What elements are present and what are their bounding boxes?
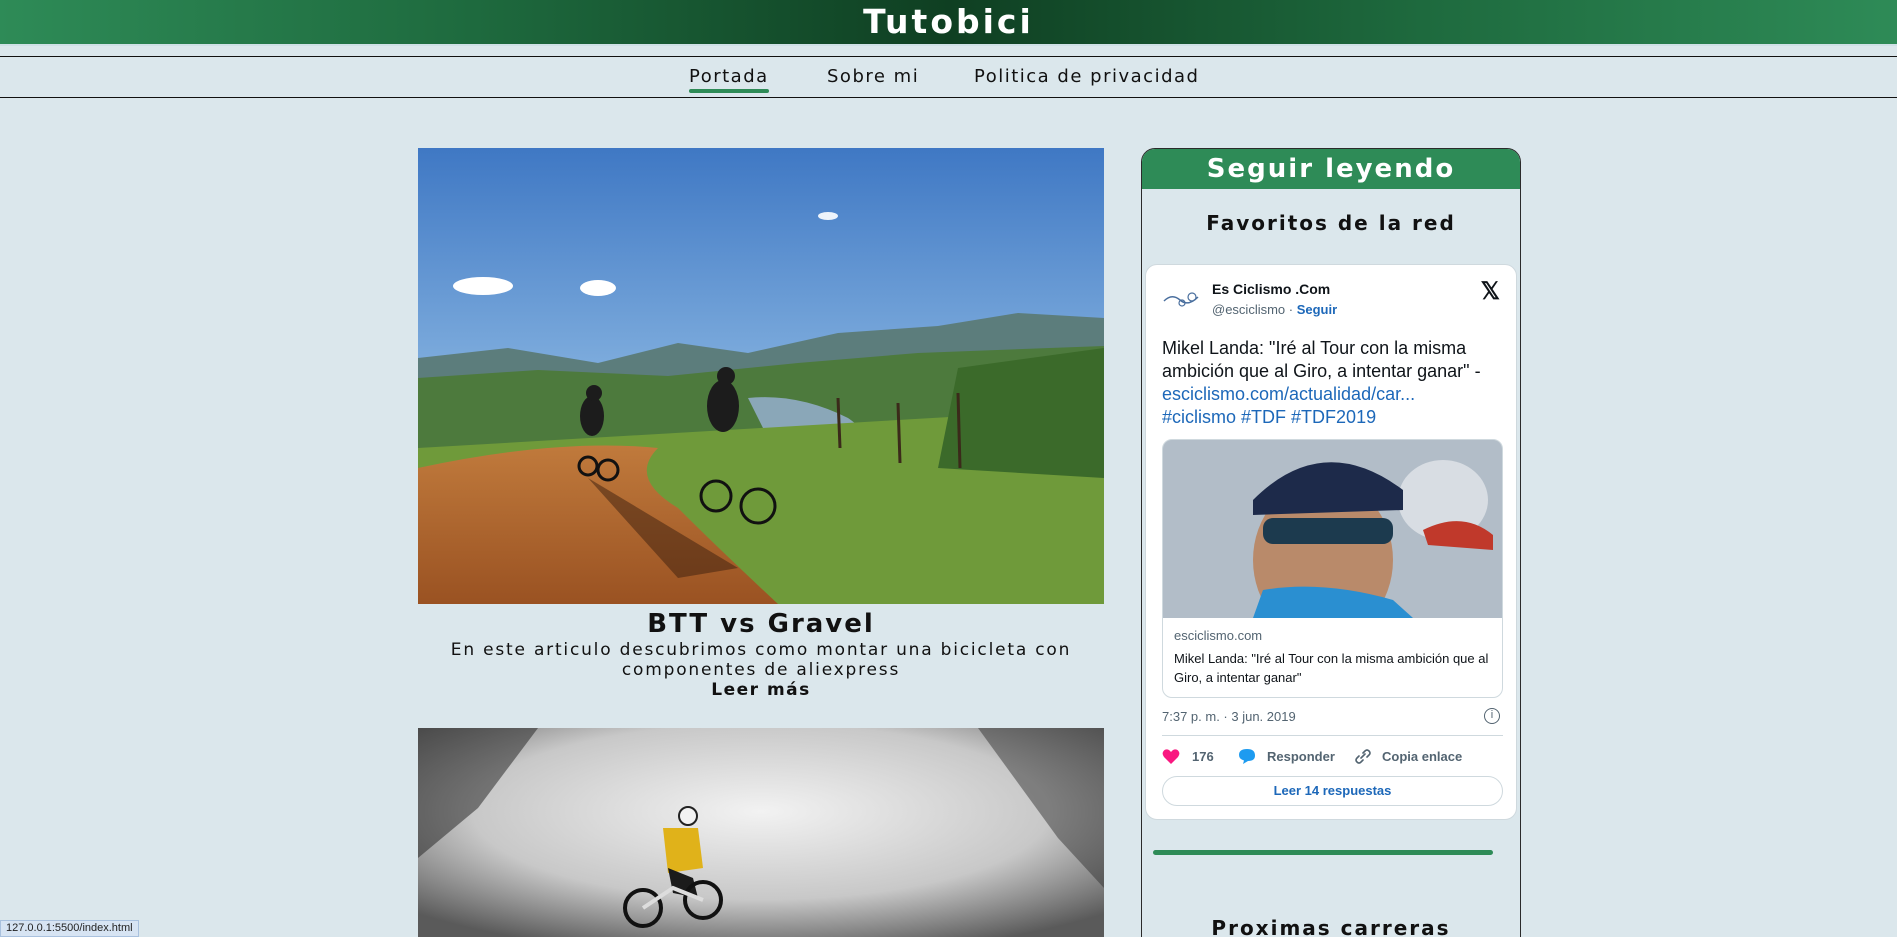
card-title: Mikel Landa: "Iré al Tour con la misma a… (1174, 651, 1489, 685)
article-image-mtb-riders[interactable] (418, 148, 1104, 604)
site-title[interactable]: Tutobici (0, 2, 1897, 42)
esciclismo-logo-icon[interactable] (1162, 285, 1202, 311)
hashtag-tdf2019[interactable]: #TDF2019 (1291, 407, 1376, 427)
sidebar-divider (1153, 850, 1493, 855)
main-nav: Portada Sobre mi Politica de privacidad (0, 56, 1897, 98)
reply-button[interactable]: Responder (1267, 749, 1335, 764)
sidebar-heading: Seguir leyendo (1142, 149, 1520, 189)
info-icon[interactable]: i (1484, 708, 1500, 724)
heart-icon[interactable] (1162, 748, 1180, 765)
article-image-bike-jump[interactable] (418, 728, 1104, 937)
tweet-divider (1162, 735, 1503, 736)
tweet-timestamp[interactable]: 7:37 p. m. · 3 jun. 2019 (1162, 709, 1296, 724)
handle-separator: · (1285, 302, 1297, 317)
tweet-body: Mikel Landa: "Iré al Tour con la misma a… (1162, 338, 1481, 381)
like-count[interactable]: 176 (1192, 749, 1214, 764)
sidebar: Seguir leyendo Favoritos de la red Es Ci… (1141, 148, 1521, 937)
tweet-handle[interactable]: @esciclismo (1212, 302, 1285, 317)
tweet-handle-row: @esciclismo · Seguir (1212, 302, 1337, 317)
nav-item-privacidad[interactable]: Politica de privacidad (974, 66, 1199, 87)
tweet-link-card[interactable]: esciclismo.com Mikel Landa: "Iré al Tour… (1162, 439, 1503, 698)
x-logo-icon[interactable]: 𝕏 (1481, 277, 1500, 306)
article-title[interactable]: BTT vs Gravel (418, 608, 1104, 640)
follow-button[interactable]: Seguir (1297, 302, 1337, 317)
browser-status-url: 127.0.0.1:5500/index.html (0, 920, 139, 937)
card-image-cyclist (1163, 440, 1502, 640)
embedded-tweet[interactable]: Es Ciclismo .Com @esciclismo · Seguir 𝕏 … (1145, 264, 1517, 820)
favorites-title: Favoritos de la red (1206, 211, 1456, 235)
tweet-link[interactable]: esciclismo.com/actualidad/car... (1162, 384, 1415, 404)
article-card (418, 728, 1104, 937)
article-description: En este articulo descubrimos como montar… (450, 640, 1072, 680)
link-icon[interactable] (1354, 748, 1372, 765)
header-divider (0, 44, 1897, 46)
article-card: BTT vs Gravel En este articulo descubrim… (418, 148, 1104, 700)
nav-item-portada[interactable]: Portada (689, 66, 769, 93)
copy-link-button[interactable]: Copia enlace (1382, 749, 1462, 764)
hashtag-tdf[interactable]: #TDF (1241, 407, 1286, 427)
tweet-text: Mikel Landa: "Iré al Tour con la misma a… (1162, 337, 1507, 429)
reply-bubble-icon[interactable] (1238, 748, 1256, 765)
read-more-link[interactable]: Leer más (418, 680, 1104, 700)
upcoming-races-title: Proximas carreras (1211, 916, 1451, 937)
card-domain: esciclismo.com (1174, 628, 1263, 643)
tweet-account-name[interactable]: Es Ciclismo .Com (1212, 281, 1330, 297)
tweet-actions: 176 Responder Copia enlace (1162, 746, 1503, 768)
site-header: Tutobici (0, 0, 1897, 46)
nav-item-sobre-mi[interactable]: Sobre mi (827, 66, 919, 87)
read-replies-button[interactable]: Leer 14 respuestas (1162, 776, 1503, 806)
hashtag-ciclismo[interactable]: #ciclismo (1162, 407, 1236, 427)
